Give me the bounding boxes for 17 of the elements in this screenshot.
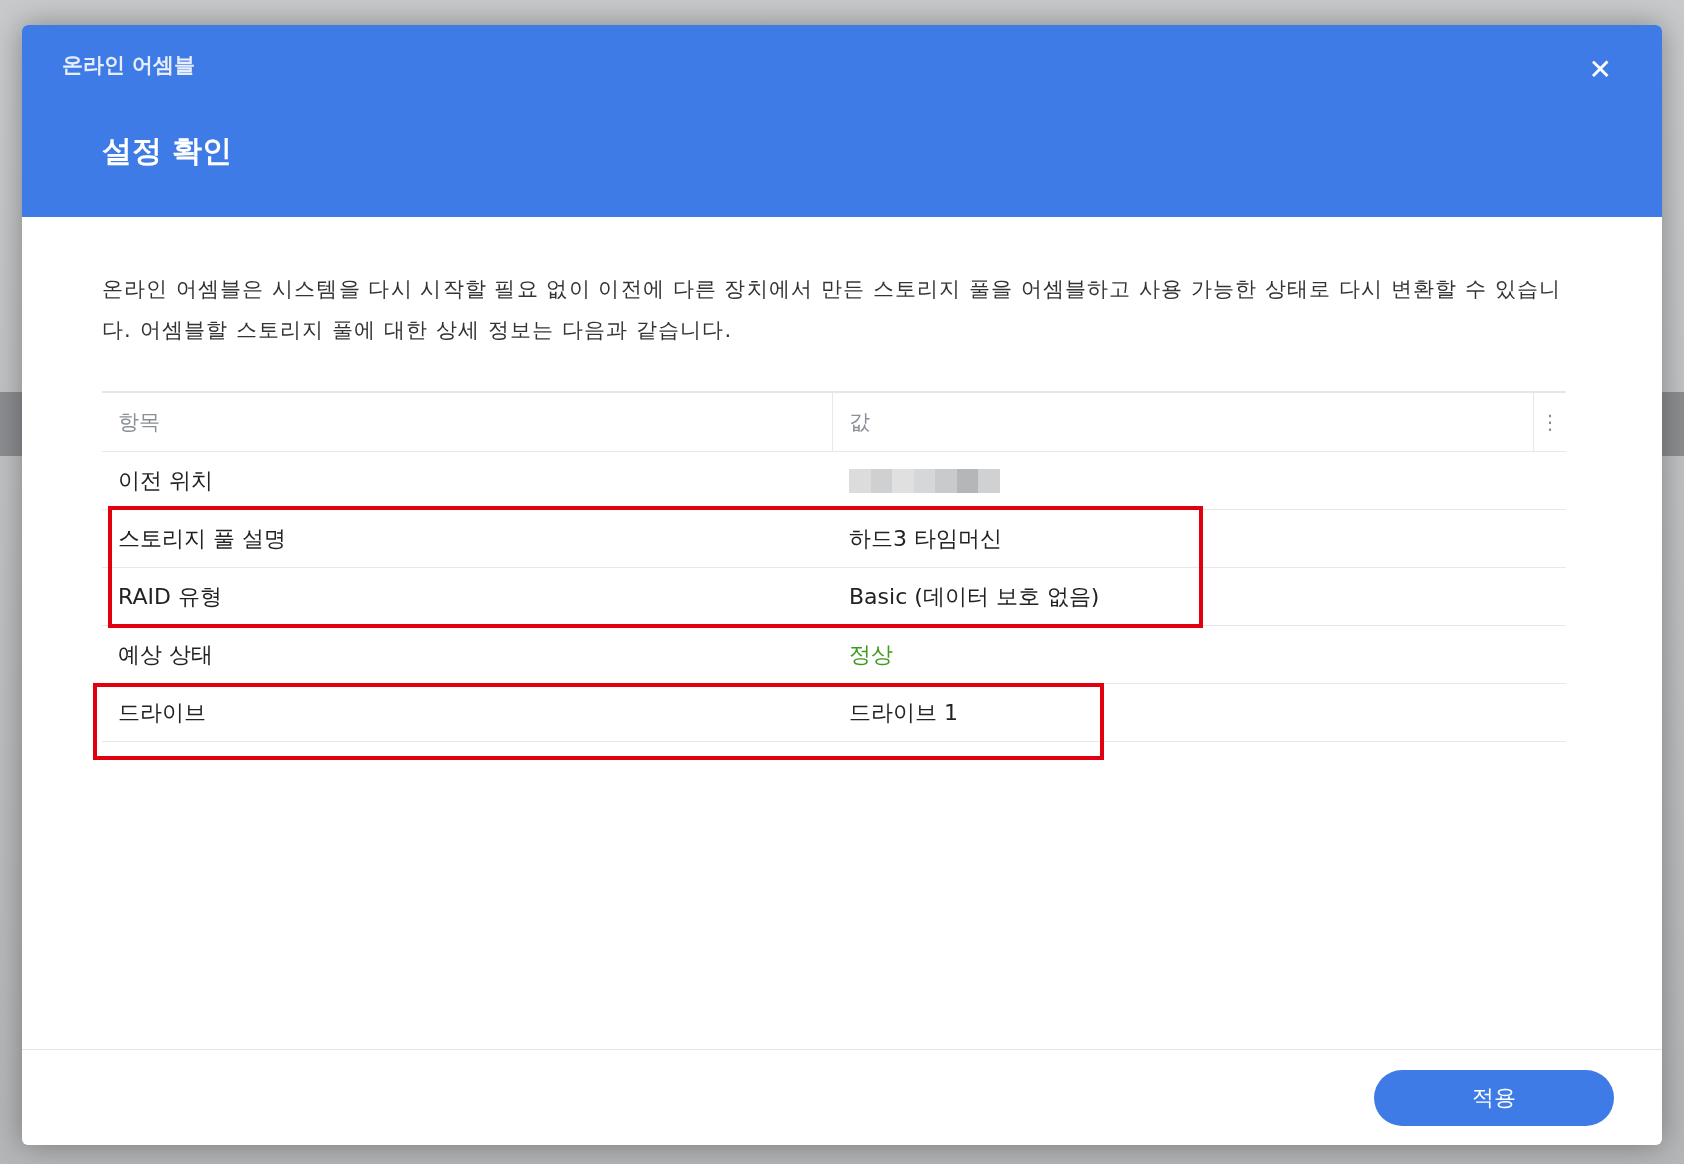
column-header: 항목 (118, 409, 160, 436)
close-button[interactable]: ✕ (1584, 49, 1616, 90)
item-cell-text: 드라이브 (117, 698, 206, 727)
status-value: 정상 (848, 640, 893, 669)
column-header: 값 (849, 409, 870, 436)
dialog-app-title: 온라인 어셈블 (62, 52, 196, 79)
column-menu-button[interactable]: ⋮ (1540, 410, 1560, 434)
dialog-heading: 설정 확인 (102, 132, 233, 170)
value-cell-text: 하드3 타임머신 (848, 524, 1002, 553)
value-cell-text: 드라이브 1 (848, 698, 958, 727)
item-cell-text: 예상 상태 (117, 640, 213, 669)
item-cell-text: 스토리지 풀 설명 (117, 524, 286, 553)
description-text: 온라인 어셈블은 시스템을 다시 시작할 필요 없이 이전에 다른 장치에서 만든 스토리지 풀을 어셈블하고 사용 가능한 상태로 다시 변환할 수 있습니다. 어셈블할 스토리지 풀에 대한 상세 정보는 다음과 같습니다. (102, 276, 1563, 344)
item-cell-text: 이전 위치 (117, 466, 213, 495)
apply-button[interactable]: 적용 (1374, 1069, 1614, 1126)
item-cell-text: RAID 유형 (117, 582, 222, 611)
value-cell-text: Basic (데이터 보호 없음) (848, 582, 1100, 611)
